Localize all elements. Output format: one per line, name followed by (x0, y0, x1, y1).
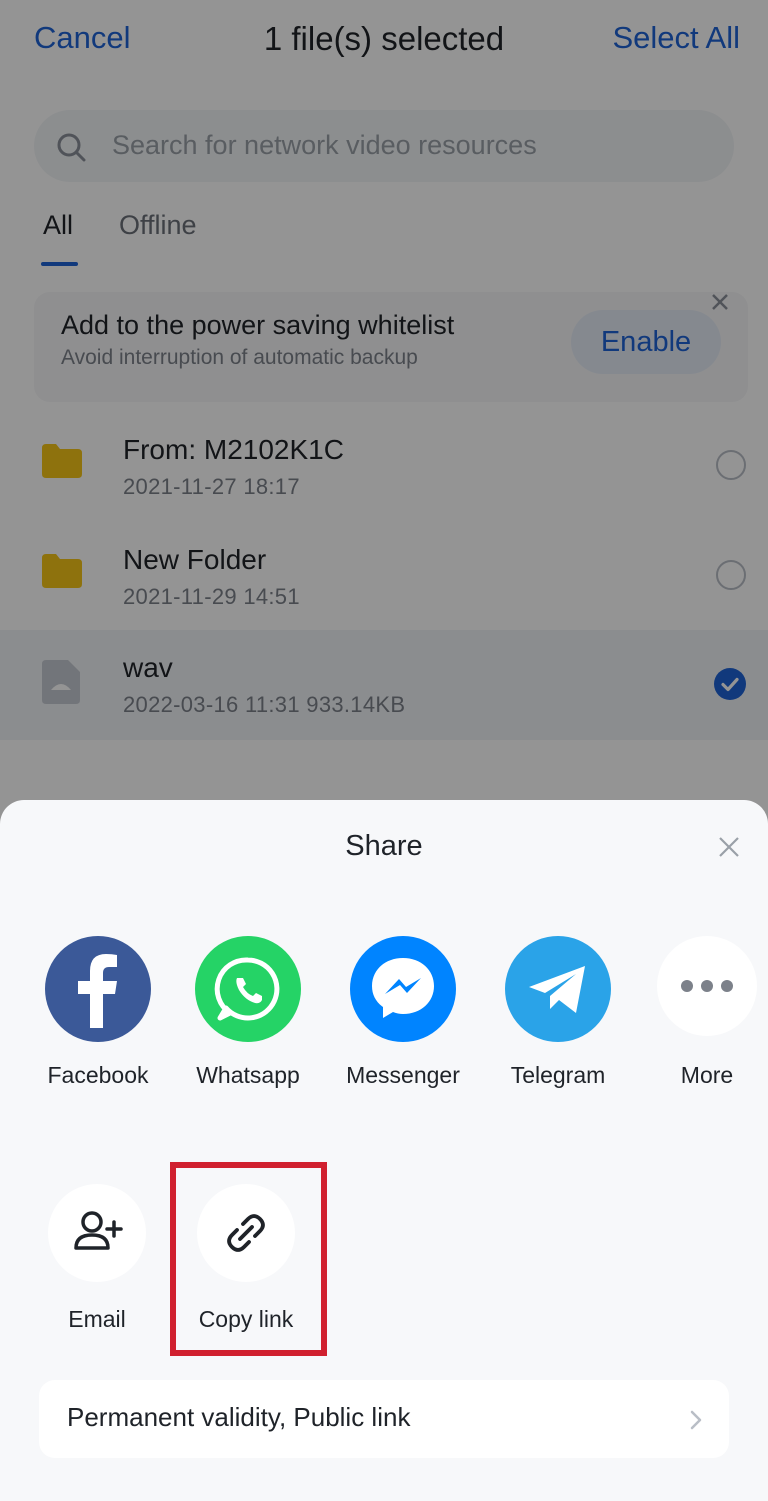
share-more-button[interactable]: More (642, 936, 768, 1089)
link-permission-text: Permanent validity, Public link (67, 1402, 411, 1432)
chevron-right-icon (690, 1410, 702, 1430)
share-title: Share (345, 830, 423, 862)
share-facebook-button[interactable]: Facebook (33, 936, 163, 1089)
facebook-icon (45, 936, 151, 1042)
share-email-button[interactable]: Email (32, 1184, 162, 1333)
close-icon[interactable] (718, 836, 740, 858)
share-sheet: Share Facebook Whatsapp Messenger Telegr… (0, 800, 768, 1501)
share-app-label: Facebook (47, 1062, 149, 1088)
share-app-label: Telegram (510, 1062, 606, 1088)
share-whatsapp-button[interactable]: Whatsapp (183, 936, 313, 1089)
share-option-label: Email (68, 1306, 126, 1332)
copy-link-highlight (170, 1162, 327, 1356)
share-telegram-button[interactable]: Telegram (493, 936, 623, 1089)
share-app-label: Messenger (346, 1062, 460, 1088)
telegram-icon (505, 936, 611, 1042)
more-icon (657, 936, 757, 1036)
add-user-icon (48, 1184, 146, 1282)
share-app-label: More (680, 1062, 734, 1088)
share-app-label: Whatsapp (196, 1062, 300, 1088)
share-messenger-button[interactable]: Messenger (338, 936, 468, 1089)
messenger-icon (350, 936, 456, 1042)
link-permission-row[interactable]: Permanent validity, Public link (39, 1380, 729, 1458)
whatsapp-icon (195, 936, 301, 1042)
